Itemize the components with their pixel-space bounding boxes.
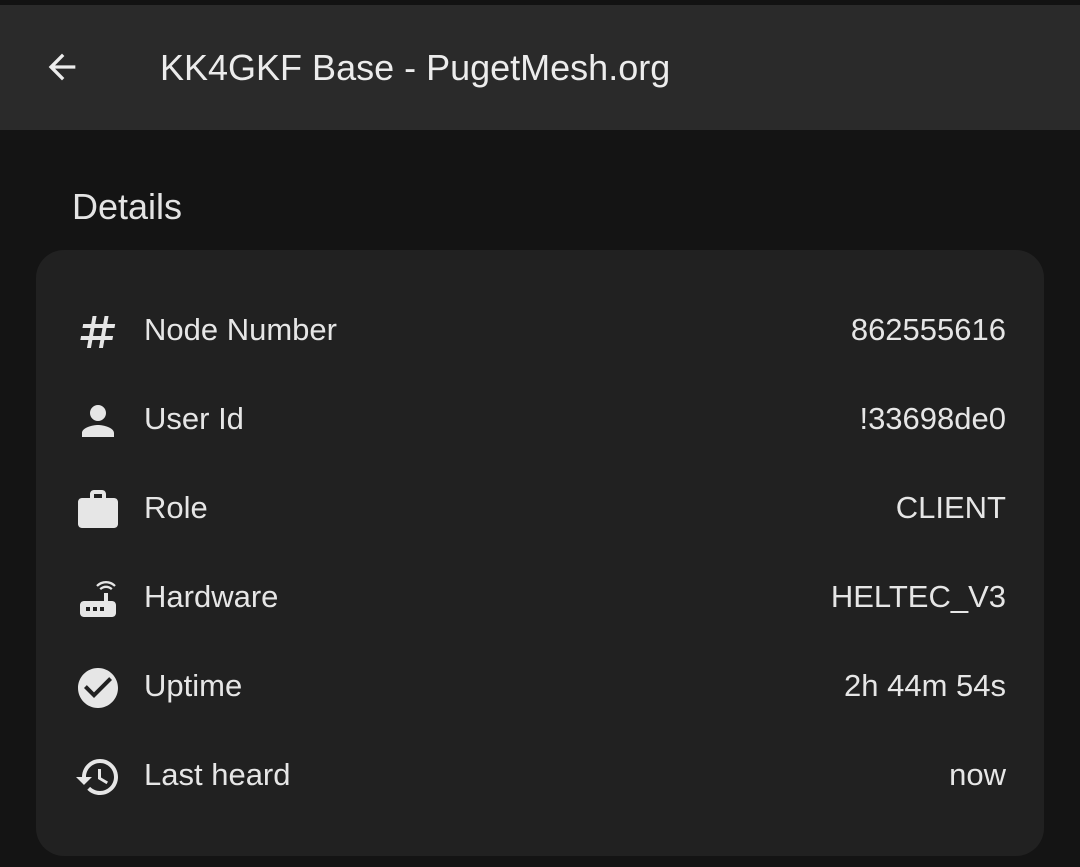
hash-icon: [74, 308, 122, 356]
detail-row-hardware: Hardware HELTEC_V3: [36, 553, 1044, 642]
detail-value: now: [949, 757, 1006, 792]
history-icon: [74, 753, 122, 801]
section-title: Details: [72, 186, 183, 227]
briefcase-icon: [74, 486, 122, 534]
detail-value: HELTEC_V3: [830, 579, 1006, 614]
arrow-back-icon: [48, 53, 76, 81]
app-title: KK4GKF Base - PugetMesh.org: [160, 47, 671, 88]
detail-row-uptime: Uptime 2h 44m 54s: [36, 642, 1044, 731]
detail-label: Last heard: [144, 757, 291, 792]
detail-label: Hardware: [144, 579, 279, 614]
back-button[interactable]: [32, 37, 92, 97]
detail-label: User Id: [144, 401, 244, 436]
detail-row-node-number: Node Number 862555616: [36, 286, 1044, 375]
check-circle-icon: [74, 664, 122, 712]
detail-value: 2h 44m 54s: [844, 668, 1006, 703]
details-card: Node Number 862555616 User Id !33698de0 …: [36, 250, 1044, 856]
person-icon: [74, 397, 122, 445]
app-bar: KK4GKF Base - PugetMesh.org: [0, 5, 1080, 130]
detail-label: Role: [144, 490, 208, 525]
detail-label: Node Number: [144, 312, 337, 347]
detail-row-user-id: User Id !33698de0: [36, 375, 1044, 464]
detail-row-role: Role CLIENT: [36, 464, 1044, 553]
detail-value: !33698de0: [859, 401, 1006, 436]
router-icon: [74, 575, 122, 623]
detail-row-last-heard: Last heard now: [36, 731, 1044, 820]
detail-value: 862555616: [850, 312, 1006, 347]
detail-value: CLIENT: [895, 490, 1006, 525]
detail-label: Uptime: [144, 668, 243, 703]
